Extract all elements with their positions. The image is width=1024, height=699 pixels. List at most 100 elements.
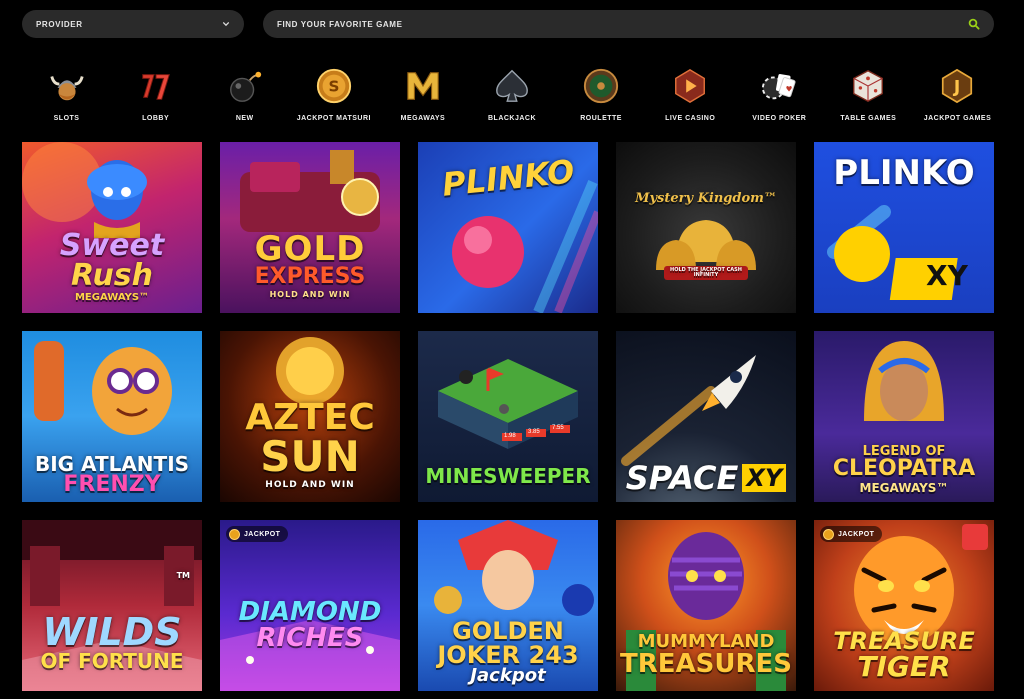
category-blackjack[interactable]: BLACKJACK: [467, 66, 556, 136]
category-label: LOBBY: [142, 115, 170, 122]
category-label: JACKPOT MATSURI: [296, 115, 371, 122]
game-title-line: MINESWEEPER: [425, 464, 591, 488]
svg-text:♥: ♥: [786, 85, 793, 94]
game-tile-space-xy[interactable]: SPACE XY: [616, 331, 796, 502]
category-slots[interactable]: SLOTS: [22, 66, 111, 136]
jackpot-badge: JACKPOT: [226, 526, 289, 542]
game-subtitle: HOLD AND WIN: [269, 290, 351, 299]
svg-text:S: S: [328, 78, 339, 96]
game-tile-minesweeper[interactable]: 1.98 3.85 7.55 MINESWEEPER: [418, 331, 598, 502]
category-jackpot-matsuri[interactable]: S JACKPOT MATSURI: [289, 66, 378, 136]
category-label: NEW: [235, 115, 254, 122]
game-title-line: BIG ATLANTIS: [34, 452, 190, 476]
category-table-games[interactable]: TABLE GAMES: [824, 66, 913, 136]
game-title-line: JOKER 243: [437, 641, 579, 669]
category-label: BLACKJACK: [487, 115, 537, 122]
provider-label: PROVIDER: [36, 19, 83, 29]
game-title-line: EXPRESS: [254, 264, 366, 289]
game-title-row: SPACE XY: [626, 462, 787, 494]
multiplier-label: 1.98: [504, 433, 516, 439]
jackpot-j-icon: J: [937, 66, 977, 106]
game-tile-big-atlantis-frenzy[interactable]: BIG ATLANTIS FRENZY: [22, 331, 202, 502]
game-title-line: SUN: [260, 432, 360, 481]
jackpot-badge-label: JACKPOT: [838, 530, 875, 538]
category-live-casino[interactable]: LIVE CASINO: [646, 66, 735, 136]
jackpot-coin-icon: S: [314, 66, 354, 106]
roulette-wheel-icon: [581, 66, 621, 106]
game-title-line: XY: [926, 259, 968, 292]
category-label: SLOTS: [53, 115, 80, 122]
game-tile-treasure-tiger[interactable]: JACKPOT TREASURE TIGER: [814, 520, 994, 691]
game-grid: Sweet Rush MEGAWAYS™ GOLD EXPRESS HOLD A…: [22, 142, 995, 691]
game-title-line: TREASURES: [620, 649, 792, 679]
category-lobby[interactable]: LOBBY: [111, 66, 200, 136]
category-jackpot-games[interactable]: J JACKPOT GAMES: [913, 66, 1002, 136]
search-input[interactable]: [277, 19, 968, 29]
game-title-line: Rush: [70, 258, 154, 293]
jackpot-coin-icon: [823, 528, 834, 540]
game-title-line: GOLD: [254, 229, 366, 269]
game-title-line: XY: [742, 464, 787, 492]
game-title-line: AZTEC: [245, 397, 375, 438]
jackpot-badge: JACKPOT: [820, 526, 883, 542]
game-subtitle: MEGAWAYS™: [74, 292, 150, 303]
game-title-line: WILDS: [42, 610, 182, 654]
provider-dropdown[interactable]: PROVIDER: [22, 10, 244, 38]
game-subtitle: HOLD AND WIN: [265, 480, 355, 490]
game-title-line: CLEOPATRA: [832, 456, 976, 481]
bomb-icon: [225, 66, 265, 106]
game-tile-gold-express[interactable]: GOLD EXPRESS HOLD AND WIN: [220, 142, 400, 313]
chevron-down-icon: [222, 22, 230, 27]
search-icon[interactable]: [968, 18, 980, 30]
live-play-icon: [670, 66, 710, 106]
category-roulette[interactable]: ROULETTE: [557, 66, 646, 136]
game-tile-plinko-xy[interactable]: PLINKO XY: [814, 142, 994, 313]
game-subtitle: HOLD THE JACKPOT CASH INFINITY: [670, 267, 742, 278]
multiplier-label: 3.85: [528, 429, 540, 435]
search-bar: [263, 10, 994, 38]
game-art: [656, 220, 756, 280]
game-title-line: OF FORTUNE: [40, 649, 184, 673]
game-title-line: PLINKO: [833, 153, 975, 193]
viking-helmet-icon: [47, 66, 87, 106]
game-title-line: Mystery Kingdom™: [635, 191, 777, 206]
game-title-line: RICHES: [256, 623, 364, 653]
game-tile-mummyland-treasures[interactable]: MUMMYLAND TREASURES: [616, 520, 796, 691]
category-label: MEGAWAYS: [400, 115, 446, 122]
megaways-m-icon: [403, 66, 443, 106]
jackpot-badge-label: JACKPOT: [244, 530, 281, 538]
game-title-line: GOLDEN: [452, 617, 564, 645]
game-tile-plinko[interactable]: PLINKO: [418, 142, 598, 313]
category-label: JACKPOT GAMES: [923, 115, 992, 122]
svg-text:J: J: [953, 78, 960, 98]
poker-cards-icon: ♥: [759, 66, 799, 106]
game-title-line: SPACE: [625, 459, 739, 497]
category-label: ROULETTE: [580, 115, 622, 122]
category-label: LIVE CASINO: [665, 115, 716, 122]
game-tile-golden-joker-243[interactable]: GOLDEN JOKER 243 Jackpot: [418, 520, 598, 691]
lucky-seven-icon: [136, 66, 176, 106]
game-subtitle: TM: [176, 571, 190, 580]
game-tile-wilds-of-fortune[interactable]: TM WILDS OF FORTUNE: [22, 520, 202, 691]
game-tile-sweet-rush-megaways[interactable]: Sweet Rush MEGAWAYS™: [22, 142, 202, 313]
category-nav: SLOTS LOBBY NEW S JACKPOT MATSURI MEGAWA…: [22, 66, 1002, 136]
game-tile-legend-of-cleopatra[interactable]: LEGEND OF CLEOPATRA MEGAWAYS™: [814, 331, 994, 502]
category-megaways[interactable]: MEGAWAYS: [378, 66, 467, 136]
category-new[interactable]: NEW: [200, 66, 289, 136]
game-title-line: TIGER: [857, 650, 951, 683]
game-tile-diamond-riches[interactable]: JACKPOT DIAMOND RICHES: [220, 520, 400, 691]
category-label: VIDEO POKER: [752, 115, 807, 122]
dice-icon: [848, 66, 888, 106]
game-subtitle: Jackpot: [470, 665, 546, 686]
multiplier-label: 7.55: [552, 425, 564, 431]
game-title-line: FRENZY: [63, 472, 161, 497]
game-tile-mystery-kingdom[interactable]: Mystery Kingdom™ HOLD THE JACKPOT CASH I…: [616, 142, 796, 313]
jackpot-coin-icon: [229, 528, 240, 540]
game-title-line: DIAMOND: [238, 597, 382, 627]
spade-icon: [492, 66, 532, 106]
game-subtitle: MEGAWAYS™: [859, 481, 949, 495]
game-tile-aztec-sun[interactable]: AZTEC SUN HOLD AND WIN: [220, 331, 400, 502]
category-video-poker[interactable]: ♥ VIDEO POKER: [735, 66, 824, 136]
category-label: TABLE GAMES: [840, 115, 897, 122]
game-title-line: Sweet: [59, 228, 165, 263]
